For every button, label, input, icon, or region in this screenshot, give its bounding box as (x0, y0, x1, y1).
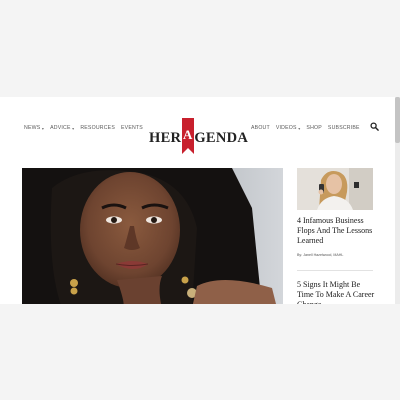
sidebar-article-byline: By: Janell Hazelwood, MAHL (297, 253, 344, 257)
nav-item-shop[interactable]: SHOP (306, 125, 322, 131)
main-nav-right: ABOUT VIDEOS ▾ SHOP SUBSCRIBE (251, 123, 366, 133)
nav-item-advice[interactable]: ADVICE ▾ (50, 125, 74, 131)
chevron-down-icon: ▾ (72, 125, 75, 131)
nav-item-label: NEWS (24, 125, 41, 131)
site-logo[interactable]: HER A GENDA (149, 112, 249, 155)
chevron-down-icon: ▾ (298, 125, 301, 131)
nav-item-videos[interactable]: VIDEOS ▾ (276, 125, 301, 131)
sidebar-photo-illustration (297, 168, 373, 210)
sidebar-article-thumbnail[interactable] (297, 168, 373, 210)
logo-text-start: HER (149, 129, 182, 146)
website-page: NEWS ▾ ADVICE ▾ RESOURCES EVENTS HER A G… (0, 97, 400, 304)
nav-item-events[interactable]: EVENTS (121, 125, 143, 131)
search-icon[interactable] (370, 122, 379, 131)
nav-item-label: RESOURCES (80, 125, 115, 131)
nav-item-resources[interactable]: RESOURCES (80, 125, 115, 131)
sidebar-article-title[interactable]: 4 Infamous Business Flops And The Lesson… (297, 216, 377, 246)
nav-item-about[interactable]: ABOUT (251, 125, 270, 131)
logo-wordmark: HER A GENDA (149, 118, 249, 155)
main-nav-left: NEWS ▾ ADVICE ▾ RESOURCES EVENTS (24, 123, 149, 133)
chevron-down-icon: ▾ (41, 125, 45, 131)
nav-item-label: VIDEOS (275, 125, 297, 131)
nav-item-label: EVENTS (121, 125, 143, 131)
nav-item-label: SUBSCRIBE (327, 125, 360, 131)
nav-item-label: SHOP (306, 125, 322, 131)
logo-accent-a: A (181, 118, 194, 160)
logo-accent-letter: A (182, 127, 193, 142)
nav-item-label: ADVICE (50, 125, 71, 131)
sidebar-article-title[interactable]: 5 Signs It Might Be Time To Make A Caree… (297, 280, 377, 304)
logo-text-end: GENDA (194, 129, 249, 146)
nav-item-label: ABOUT (251, 125, 270, 131)
nav-item-news[interactable]: NEWS ▾ (24, 125, 44, 131)
hero-image[interactable] (22, 168, 283, 304)
nav-item-subscribe[interactable]: SUBSCRIBE (328, 125, 360, 131)
hero-portrait-illustration (22, 168, 276, 304)
scrollbar-thumb[interactable] (395, 97, 400, 143)
sidebar-divider (297, 270, 373, 271)
